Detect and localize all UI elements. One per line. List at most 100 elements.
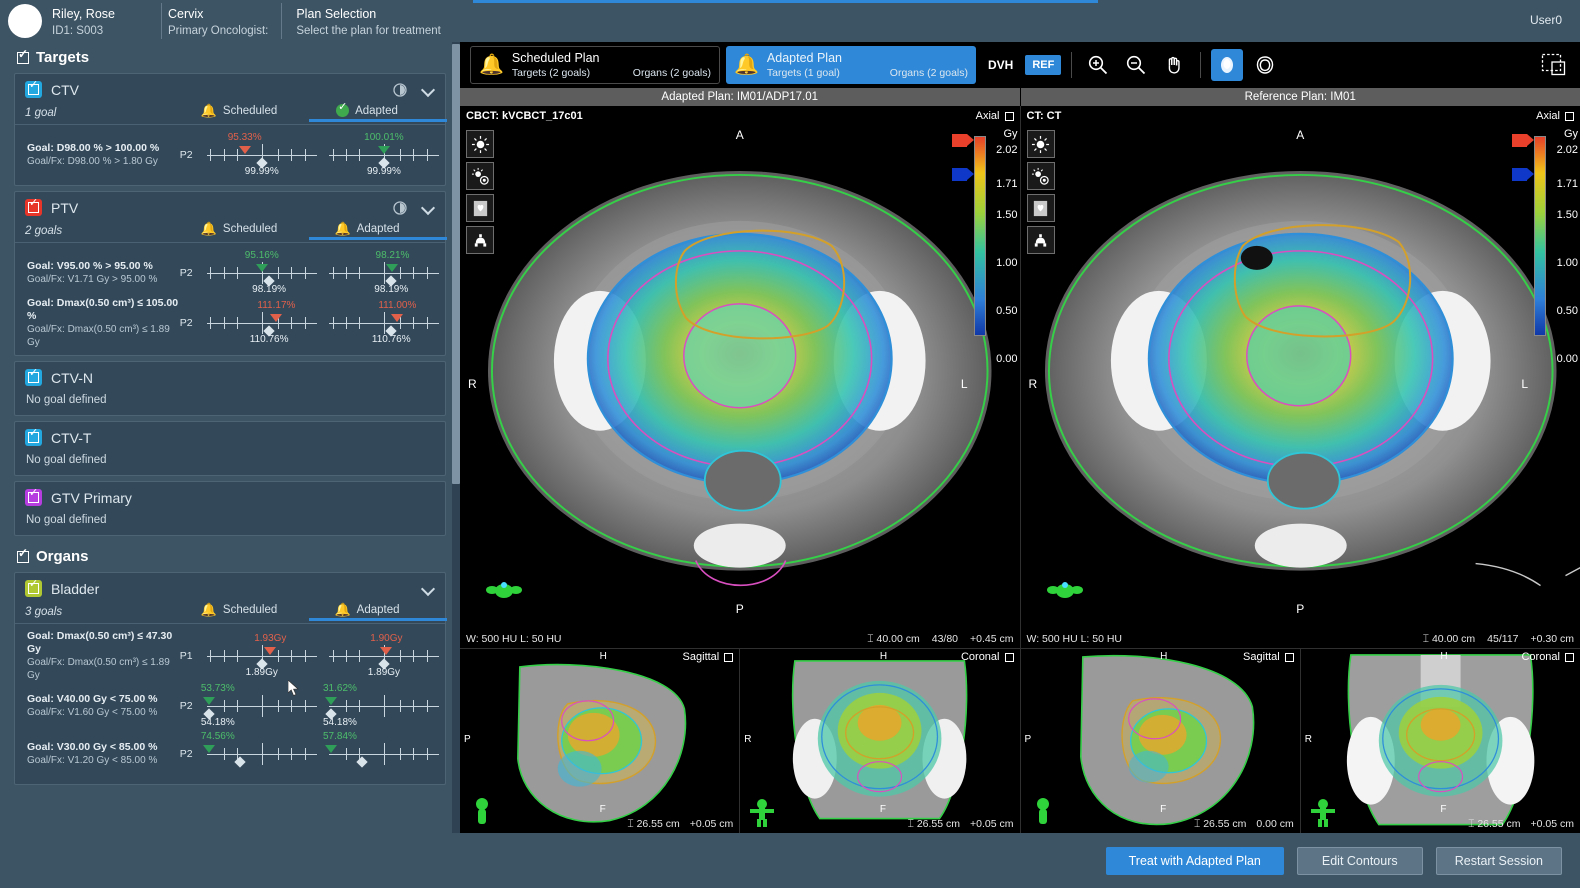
brightness-icon[interactable]: [1026, 130, 1055, 158]
task-info: Plan Selection Select the plan for treat…: [282, 0, 454, 42]
dose-display-icon[interactable]: [1211, 49, 1244, 81]
dvh-button[interactable]: DVH: [982, 58, 1019, 72]
structure-compare-icon[interactable]: [466, 226, 494, 254]
roi-header[interactable]: GTV Primary: [15, 482, 445, 512]
colorbar-min-handle[interactable]: [951, 168, 974, 181]
roi-header[interactable]: CTV-T: [15, 422, 445, 452]
scrollbar-thumb[interactable]: [452, 44, 460, 484]
organs-checkbox[interactable]: [17, 547, 29, 563]
colorbar-max-handle[interactable]: [1512, 134, 1534, 147]
chevron-down-icon[interactable]: [422, 201, 436, 215]
contour-display-icon[interactable]: [1249, 49, 1281, 81]
restart-session-button[interactable]: Restart Session: [1435, 846, 1562, 875]
sagittal-view-ct[interactable]: Sagittal H P F ⌶ 26.55 cm 0.00 cm: [1020, 649, 1300, 833]
slice-offset: +0.05 cm: [689, 818, 734, 830]
dose-overlay-icon[interactable]: [393, 200, 407, 215]
zoom-in-icon[interactable]: [1082, 49, 1114, 81]
roi-card-ptv[interactable]: PTV 2 goals 🔔 Scheduled 🔔: [14, 191, 447, 356]
gauge-diamond-value: 99.99%: [244, 166, 279, 177]
pan-hand-icon[interactable]: [1158, 49, 1190, 81]
roi-card-ctv[interactable]: CTV 1 goal 🔔 Scheduled: [14, 73, 447, 186]
viewer-toolbar: 🔔 Scheduled Plan Targets (2 goals) Organ…: [460, 42, 1580, 88]
roi-visibility-checkbox[interactable]: [25, 80, 42, 98]
column-adapted[interactable]: Adapted: [303, 101, 447, 122]
roi-header[interactable]: Bladder: [15, 573, 445, 603]
organs-group-header[interactable]: Organs: [0, 541, 460, 572]
patient-name: Riley, Rose: [52, 7, 115, 21]
tab-adapted-plan[interactable]: 🔔 Adapted Plan Targets (1 goal) Organs (…: [726, 46, 976, 84]
dose-colorbar[interactable]: [973, 136, 986, 336]
targets-checkbox[interactable]: [17, 48, 29, 64]
roi-visibility-checkbox[interactable]: [25, 488, 42, 506]
fov-value: 26.55 cm: [1477, 818, 1521, 830]
goals-scroll-area[interactable]: Targets CTV 1 goal 🔔: [0, 42, 460, 833]
roi-visibility-checkbox[interactable]: [25, 579, 42, 597]
fov-value: 26.55 cm: [916, 818, 961, 830]
maximize-icon[interactable]: [724, 652, 734, 662]
zoom-out-icon[interactable]: [1120, 49, 1152, 81]
tab-scheduled-plan[interactable]: 🔔 Scheduled Plan Targets (2 goals) Organ…: [470, 46, 720, 84]
gauge-adapted: 100.01% 99.99%: [323, 132, 445, 178]
dose-overlay-icon[interactable]: [393, 82, 407, 97]
colorbar-min-handle[interactable]: [1512, 168, 1534, 181]
column-label: Scheduled: [222, 603, 278, 616]
dose-colorbar[interactable]: [1534, 136, 1546, 336]
maximize-icon[interactable]: [1004, 111, 1014, 121]
slice-index: 43/80: [931, 632, 959, 645]
roi-visibility-checkbox[interactable]: [25, 368, 42, 386]
sagittal-view-cbct[interactable]: Sagittal H P F ⌶ 26.55 cm +0.05 cm: [460, 649, 740, 833]
structure-fill-icon[interactable]: [466, 194, 494, 222]
maximize-icon[interactable]: [1565, 652, 1574, 662]
roi-visibility-checkbox[interactable]: [25, 198, 42, 216]
roi-visibility-checkbox[interactable]: [25, 428, 42, 446]
column-scheduled[interactable]: 🔔 Scheduled: [175, 222, 303, 239]
colorbar-max-handle[interactable]: [951, 134, 974, 147]
treat-with-adapted-plan-button[interactable]: Treat with Adapted Plan: [1105, 846, 1284, 875]
column-label: Scheduled: [222, 222, 278, 235]
contrast-icon[interactable]: [1026, 162, 1055, 190]
coronal-view-ct[interactable]: Coronal H R F ⌶ 26.55 cm +0.05 cm: [1299, 649, 1580, 833]
roi-header[interactable]: CTV-N: [15, 362, 445, 392]
goal-rows: Goal: V95.00 % > 95.00 % Goal/Fx: V1.71 …: [15, 242, 445, 355]
no-goal-text: No goal defined: [26, 394, 107, 406]
current-user[interactable]: User0: [1530, 13, 1562, 27]
gauge-scheduled: 111.17% 110.76%: [201, 300, 323, 346]
roi-header[interactable]: PTV: [15, 192, 445, 222]
roi-card-ctv-n[interactable]: CTV-N No goal defined: [14, 361, 446, 416]
axial-view-ct[interactable]: CT: CT Axial A R L P Gy 2.02 1.71 1.50 1…: [1020, 106, 1580, 648]
goal-per-fraction: Goal/Fx: Dmax(0.50 cm³) ≤ 1.89 Gy: [27, 657, 170, 681]
roi-card-gtv-primary[interactable]: GTV Primary No goal defined: [14, 481, 446, 536]
orientation-head: H: [599, 651, 607, 662]
ref-toggle-button[interactable]: REF: [1025, 55, 1062, 75]
orientation-left: L: [1521, 377, 1528, 391]
coronal-view-cbct[interactable]: Coronal H R F ⌶ 26.55 cm +0.05 cm: [739, 649, 1020, 833]
structure-fill-icon[interactable]: [1026, 194, 1055, 222]
view-status: ⌶ 26.55 cm +0.05 cm: [1468, 818, 1574, 831]
right-plan-title: Reference Plan: IM01: [1019, 88, 1580, 106]
colorbar-tick: 1.50: [996, 209, 1018, 221]
goal-row: Goal: V95.00 % > 95.00 % Goal/Fx: V1.71 …: [15, 249, 445, 297]
column-adapted[interactable]: 🔔 Adapted: [303, 603, 447, 621]
layout-icon[interactable]: [1538, 49, 1570, 81]
maximize-icon[interactable]: [1004, 652, 1014, 662]
column-scheduled[interactable]: 🔔 Scheduled: [175, 603, 303, 620]
maximize-icon[interactable]: [1565, 111, 1574, 121]
brightness-icon[interactable]: [466, 130, 494, 158]
orientation-label: Axial: [1536, 110, 1560, 122]
contrast-icon[interactable]: [466, 162, 494, 190]
column-scheduled[interactable]: 🔔 Scheduled: [175, 104, 303, 121]
roi-header[interactable]: CTV: [15, 74, 445, 104]
panel-scrollbar[interactable]: [452, 42, 460, 833]
chevron-down-icon[interactable]: [422, 83, 436, 97]
colorbar-tick: 1.71: [996, 178, 1018, 190]
structure-compare-icon[interactable]: [1026, 226, 1055, 254]
axial-view-cbct[interactable]: CBCT: kVCBCT_17c01 Axial A R L P Gy 2.02…: [460, 106, 1020, 648]
chevron-down-icon[interactable]: [422, 582, 436, 596]
edit-contours-button[interactable]: Edit Contours: [1296, 846, 1423, 875]
maximize-icon[interactable]: [1284, 652, 1294, 662]
roi-card-bladder[interactable]: Bladder 3 goals 🔔 Scheduled 🔔 Adapted: [14, 572, 447, 785]
targets-group-header[interactable]: Targets: [0, 42, 460, 73]
roi-card-ctv-t[interactable]: CTV-T No goal defined: [14, 421, 446, 476]
gauge-scheduled: 95.16% 98.19%: [201, 250, 323, 296]
column-adapted[interactable]: 🔔 Adapted: [303, 222, 447, 240]
